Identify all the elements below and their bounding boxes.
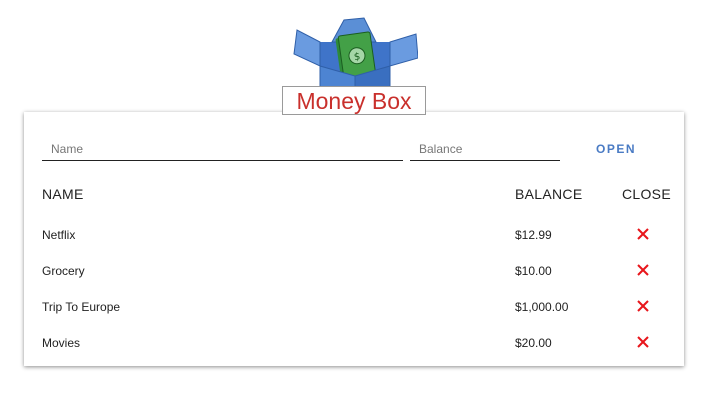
name-field <box>42 140 403 161</box>
row-name: Trip To Europe <box>42 300 121 314</box>
table-row: Movies $20.00 <box>24 325 684 361</box>
row-balance: $12.99 <box>515 228 552 242</box>
row-balance: $10.00 <box>515 264 552 278</box>
row-name: Movies <box>42 336 81 350</box>
money-box-card: OPEN NAME BALANCE CLOSE Netflix $12.99 G… <box>24 112 684 366</box>
close-icon[interactable] <box>635 262 651 278</box>
column-header-balance: BALANCE <box>515 186 583 202</box>
column-header-name: NAME <box>42 186 84 202</box>
app-title: Money Box <box>282 86 426 115</box>
name-input[interactable] <box>42 140 403 158</box>
row-balance: $20.00 <box>515 336 552 350</box>
open-button[interactable]: OPEN <box>584 138 648 160</box>
column-header-close: CLOSE <box>622 186 671 202</box>
row-balance: $1,000.00 <box>515 300 569 314</box>
close-icon[interactable] <box>635 226 651 242</box>
table-row: Trip To Europe $1,000.00 <box>24 289 684 325</box>
row-name: Grocery <box>42 264 85 278</box>
table-row: Netflix $12.99 <box>24 217 684 253</box>
close-icon[interactable] <box>635 298 651 314</box>
page: $ Money Box OPEN NAME BALANCE CLOSE Netf… <box>0 0 707 402</box>
logo: $ Money Box <box>282 14 428 126</box>
close-icon[interactable] <box>635 334 651 350</box>
balance-field <box>410 140 560 161</box>
table-row: Grocery $10.00 <box>24 253 684 289</box>
balance-input[interactable] <box>410 140 560 158</box>
row-name: Netflix <box>42 228 76 242</box>
